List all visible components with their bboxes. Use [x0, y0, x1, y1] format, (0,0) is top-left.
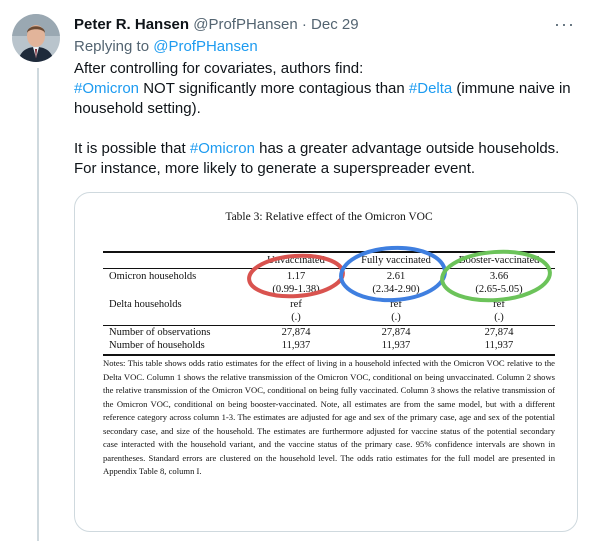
- tweet-line: After controlling for covariates, author…: [74, 60, 364, 77]
- tweet-date[interactable]: Dec 29: [311, 16, 359, 33]
- author-name[interactable]: Peter R. Hansen: [74, 16, 189, 33]
- table-bottom-rule: [103, 354, 555, 356]
- table-image: Table 3: Relative effect of the Omicron …: [103, 193, 555, 531]
- replying-to: Replying to @ProfPHansen: [74, 37, 258, 57]
- blue-circle-annotation: [339, 245, 447, 303]
- replying-handle-link[interactable]: @ProfPHansen: [153, 38, 257, 55]
- separator-dot: ·: [301, 16, 307, 33]
- tweet-paragraph-2: It is possible that #Omicron has a great…: [74, 139, 579, 179]
- more-options-icon[interactable]: ···: [554, 14, 575, 35]
- thread-line: [37, 68, 39, 541]
- tweet-line: NOT significantly more contagious than: [139, 80, 409, 97]
- author-avatar[interactable]: [12, 14, 60, 62]
- hashtag-delta[interactable]: #Delta: [409, 80, 452, 97]
- tweet-paragraph-1: After controlling for covariates, author…: [74, 59, 579, 119]
- hashtag-omicron[interactable]: #Omicron: [74, 80, 139, 97]
- hashtag-omicron[interactable]: #Omicron: [190, 140, 255, 157]
- replying-prefix: Replying to: [74, 38, 150, 55]
- tweet-media-image[interactable]: Table 3: Relative effect of the Omicron …: [74, 192, 578, 532]
- tweet-header: Peter R. Hansen @ProfPHansen · Dec 29: [74, 15, 359, 35]
- red-circle-annotation: [247, 253, 345, 299]
- author-handle[interactable]: @ProfPHansen: [193, 16, 297, 33]
- green-circle-annotation: [440, 249, 552, 303]
- tweet-text: After controlling for covariates, author…: [74, 59, 579, 199]
- avatar-image: [12, 14, 60, 62]
- table-notes: Notes: This table shows odds ratio estim…: [103, 358, 555, 476]
- annotation-circles: [247, 245, 552, 303]
- tweet-line: It is possible that: [74, 140, 190, 157]
